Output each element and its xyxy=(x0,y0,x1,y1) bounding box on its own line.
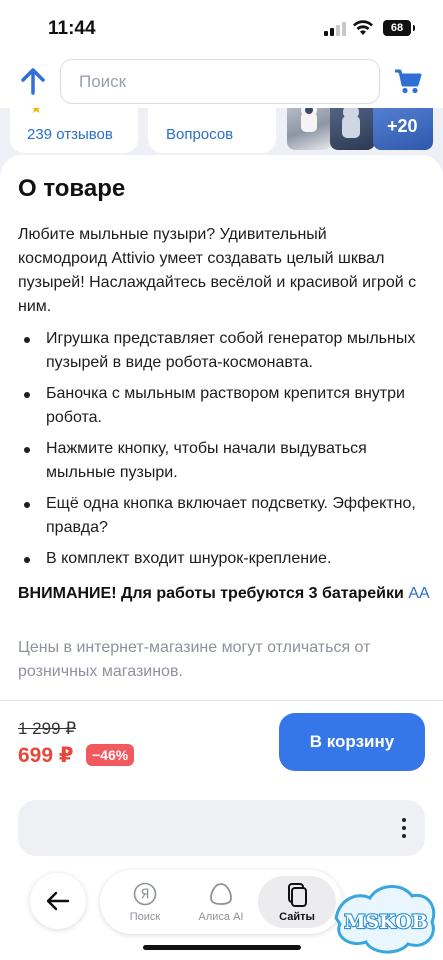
battery-warning: ВНИМАНИЕ! Для работы требуются 3 батарей… xyxy=(18,582,438,606)
alice-icon xyxy=(210,883,232,905)
list-item: В комплект входит шнурок-крепление. xyxy=(18,547,418,571)
more-photos-button[interactable]: +20 xyxy=(373,108,433,150)
discount-badge: −46% xyxy=(86,744,135,766)
status-time: 11:44 xyxy=(48,18,96,39)
product-thumbnail[interactable] xyxy=(287,108,332,150)
tab-search[interactable]: Я Поиск xyxy=(106,876,184,928)
star-icon: ★ xyxy=(30,108,43,116)
feature-list: Игрушка представляет собой генератор мыл… xyxy=(18,327,418,578)
search-input[interactable] xyxy=(79,71,379,92)
svg-text:MSKOB: MSKOB xyxy=(344,911,427,933)
wifi-icon xyxy=(353,20,373,35)
browser-tabs-bar: Я Поиск Алиса AI Сайты xyxy=(100,870,342,934)
price-disclaimer: Цены в интернет-магазине могут отличатьс… xyxy=(18,639,371,680)
reviews-count: 239 отзывов xyxy=(27,126,113,143)
current-price: 699 ₽ xyxy=(18,744,74,767)
yandex-logo-icon: Я xyxy=(133,882,157,906)
more-photos-count: +20 xyxy=(387,116,418,136)
list-item: Нажмите кнопку, чтобы начали выдуваться … xyxy=(18,437,418,485)
old-price: 1 299 ₽ xyxy=(18,719,77,738)
home-indicator xyxy=(143,945,301,950)
reviews-card[interactable]: ★ 239 отзывов xyxy=(10,108,138,153)
search-field[interactable] xyxy=(60,59,380,104)
tab-label: Алиса AI xyxy=(198,911,244,923)
product-thumbnail[interactable] xyxy=(330,108,375,150)
price-bar: 1 299 ₽ 699 ₽ −46% В корзину xyxy=(0,700,443,788)
add-to-cart-button[interactable]: В корзину xyxy=(279,713,425,771)
robot-image-icon xyxy=(301,108,317,132)
tab-label: Сайты xyxy=(279,911,315,923)
address-bar[interactable] xyxy=(18,800,425,856)
more-options-icon[interactable] xyxy=(401,818,407,838)
arrow-left-icon xyxy=(46,891,70,911)
cellular-signal-icon xyxy=(324,22,346,36)
section-title: О товаре xyxy=(18,175,126,202)
tab-sites[interactable]: Сайты xyxy=(258,876,336,928)
list-item: Игрушка представляет собой генератор мыл… xyxy=(18,327,418,375)
product-description-card: О товаре Любите мыльные пузыри? Удивител… xyxy=(0,155,443,700)
battery-icon: 68 xyxy=(383,20,415,36)
product-intro: Любите мыльные пузыри? Удивительный косм… xyxy=(18,226,417,315)
arrow-up-icon[interactable] xyxy=(18,66,48,96)
tab-label: Поиск xyxy=(129,911,161,923)
questions-label: Вопросов xyxy=(166,126,234,143)
mskob-watermark-logo: MSKOB xyxy=(334,885,436,954)
tabs-icon xyxy=(288,883,307,907)
questions-card[interactable]: Вопросов xyxy=(148,108,276,153)
list-item: Баночка с мыльным раствором крепится вну… xyxy=(18,382,418,430)
back-button[interactable] xyxy=(30,873,86,929)
battery-type-link[interactable]: АА xyxy=(408,585,429,602)
tab-alice[interactable]: Алиса AI xyxy=(182,876,260,928)
cart-icon[interactable] xyxy=(394,68,422,94)
top-bar xyxy=(0,58,443,108)
status-bar: 11:44 68 xyxy=(0,0,443,58)
robot-image-icon xyxy=(342,108,360,138)
warning-text: ВНИМАНИЕ! Для работы требуются 3 батарей… xyxy=(18,585,404,602)
svg-text:Я: Я xyxy=(140,888,149,903)
stats-strip: ★ 239 отзывов Вопросов +20 xyxy=(0,108,443,153)
list-item: Ещё одна кнопка включает подсветку. Эффе… xyxy=(18,492,418,540)
